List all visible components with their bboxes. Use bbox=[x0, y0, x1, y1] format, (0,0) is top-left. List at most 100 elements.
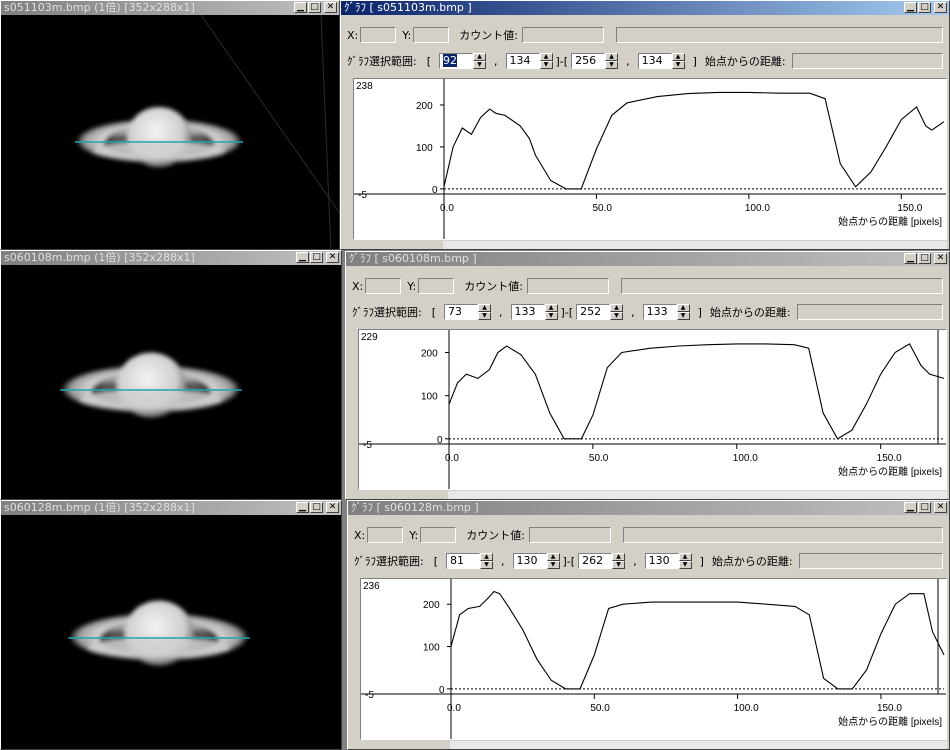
spin-down-icon[interactable]: ▼ bbox=[544, 312, 558, 320]
maximize-icon[interactable]: □ bbox=[918, 253, 931, 264]
spin-down-icon[interactable]: ▼ bbox=[676, 312, 690, 320]
comma-2: , bbox=[626, 54, 630, 68]
start-x-spin-input[interactable]: 81 bbox=[446, 553, 481, 569]
y-tick-label: -5 bbox=[363, 440, 372, 451]
spin-down-icon[interactable]: ▼ bbox=[605, 61, 619, 69]
end-y-spin-input[interactable]: 130 bbox=[644, 553, 679, 569]
graph-window-titlebar[interactable]: ｸﾞﾗﾌ [ s060108m.bmp ] ▁ □ ✕ bbox=[346, 252, 949, 266]
saturn-image[interactable] bbox=[1, 265, 341, 499]
start-x-spin-spinner[interactable]: ▲ ▼ bbox=[473, 53, 487, 69]
graph-hscrollbar[interactable] bbox=[450, 741, 947, 749]
close-icon[interactable]: ✕ bbox=[934, 502, 947, 513]
close-icon[interactable]: ✕ bbox=[326, 252, 339, 263]
end-x-spin-input[interactable]: 262 bbox=[578, 553, 613, 569]
spin-down-icon[interactable]: ▼ bbox=[473, 61, 487, 69]
x-tick-label: 0.0 bbox=[440, 203, 454, 214]
y-tick-label: 200 bbox=[423, 600, 440, 611]
end-y-spin-spinner[interactable]: ▲ ▼ bbox=[671, 53, 685, 69]
x-field[interactable] bbox=[367, 527, 404, 543]
maximize-icon[interactable]: □ bbox=[310, 252, 323, 263]
saturn-image[interactable] bbox=[1, 15, 339, 249]
count-field[interactable] bbox=[528, 527, 611, 543]
x-tick-label: 0.0 bbox=[445, 453, 459, 464]
end-y-spin-input[interactable]: 133 bbox=[642, 304, 677, 320]
x-field[interactable] bbox=[360, 27, 397, 43]
close-icon[interactable]: ✕ bbox=[324, 2, 337, 13]
end-y-spin-spinner[interactable]: ▲ ▼ bbox=[678, 553, 692, 569]
spin-up-icon[interactable]: ▲ bbox=[605, 53, 619, 61]
spin-up-icon[interactable]: ▲ bbox=[678, 553, 692, 561]
end-x-spin-spinner[interactable]: ▲ ▼ bbox=[605, 53, 619, 69]
range-label: ｸﾞﾗﾌ選択範囲: bbox=[354, 555, 424, 568]
y-field[interactable] bbox=[420, 527, 457, 543]
spin-up-icon[interactable]: ▲ bbox=[473, 53, 487, 61]
spin-down-icon[interactable]: ▼ bbox=[678, 561, 692, 569]
spin-up-icon[interactable]: ▲ bbox=[671, 53, 685, 61]
y-field[interactable] bbox=[418, 278, 455, 294]
spin-up-icon[interactable]: ▲ bbox=[610, 304, 624, 312]
x-field[interactable] bbox=[365, 278, 402, 294]
start-x-spin-spinner[interactable]: ▲ ▼ bbox=[480, 553, 494, 569]
spin-up-icon[interactable]: ▲ bbox=[676, 304, 690, 312]
x-tick-label: 50.0 bbox=[590, 703, 610, 714]
graph-window-titlebar[interactable]: ｸﾞﾗﾌ [ s060128m.bmp ] ▁ □ ✕ bbox=[348, 501, 949, 515]
saturn-image[interactable] bbox=[1, 515, 341, 749]
maximize-icon[interactable]: □ bbox=[918, 2, 931, 13]
start-y-spin-spinner[interactable]: ▲ ▼ bbox=[539, 53, 553, 69]
end-y-spin-input[interactable]: 134 bbox=[637, 53, 672, 69]
spin-down-icon[interactable]: ▼ bbox=[612, 561, 626, 569]
profile-graph[interactable]: 238 200 100 0 -5 0.0 50.0 100.0 150.0 始点からの距離 [pi… bbox=[353, 78, 947, 240]
start-x-spin-input[interactable]: 92 bbox=[439, 53, 474, 69]
end-x-spin-input[interactable]: 256 bbox=[571, 53, 606, 69]
profile-graph[interactable]: 236 200 100 0 -5 0.0 50.0 100.0 150.0 始点からの距離 [pi… bbox=[360, 578, 947, 740]
count-field[interactable] bbox=[521, 27, 604, 43]
spin-up-icon[interactable]: ▲ bbox=[478, 304, 492, 312]
end-x-spin-spinner[interactable]: ▲ ▼ bbox=[612, 553, 626, 569]
start-x-spin-input[interactable]: 73 bbox=[444, 304, 479, 320]
start-y-spin-spinner[interactable]: ▲ ▼ bbox=[546, 553, 560, 569]
range-label: ｸﾞﾗﾌ選択範囲: bbox=[347, 55, 417, 68]
spin-up-icon[interactable]: ▲ bbox=[612, 553, 626, 561]
spin-up-icon[interactable]: ▲ bbox=[539, 53, 553, 61]
minimize-icon[interactable]: ▁ bbox=[294, 2, 307, 13]
maximize-icon[interactable]: □ bbox=[308, 2, 321, 13]
spin-down-icon[interactable]: ▼ bbox=[610, 312, 624, 320]
close-icon[interactable]: ✕ bbox=[934, 2, 947, 13]
y-tick-label: 200 bbox=[416, 101, 433, 112]
spin-down-icon[interactable]: ▼ bbox=[480, 561, 494, 569]
start-y-spin-input[interactable]: 134 bbox=[505, 53, 540, 69]
image-window-titlebar[interactable]: s060128m.bmp (1倍) [352x288x1] ▁ □ ✕ bbox=[1, 501, 341, 515]
end-x-spin-spinner[interactable]: ▲ ▼ bbox=[610, 304, 624, 320]
close-icon[interactable]: ✕ bbox=[326, 502, 339, 513]
spin-down-icon[interactable]: ▼ bbox=[478, 312, 492, 320]
spin-down-icon[interactable]: ▼ bbox=[671, 61, 685, 69]
count-field[interactable] bbox=[526, 278, 609, 294]
maximize-icon[interactable]: □ bbox=[310, 502, 323, 513]
close-icon[interactable]: ✕ bbox=[934, 253, 947, 264]
spin-down-icon[interactable]: ▼ bbox=[546, 561, 560, 569]
spin-down-icon[interactable]: ▼ bbox=[539, 61, 553, 69]
start-x-spin-spinner[interactable]: ▲ ▼ bbox=[478, 304, 492, 320]
minimize-icon[interactable]: ▁ bbox=[904, 502, 917, 513]
comma-2: , bbox=[631, 305, 635, 319]
profile-graph[interactable]: 229 200 100 0 -5 0.0 50.0 100.0 150.0 始点からの距離 [pi… bbox=[358, 329, 947, 490]
start-y-spin-input[interactable]: 130 bbox=[512, 553, 547, 569]
minimize-icon[interactable]: ▁ bbox=[296, 502, 309, 513]
spin-up-icon[interactable]: ▲ bbox=[480, 553, 494, 561]
y-field[interactable] bbox=[413, 27, 450, 43]
graph-hscrollbar[interactable] bbox=[443, 241, 947, 249]
end-y-spin-spinner[interactable]: ▲ ▼ bbox=[676, 304, 690, 320]
minimize-icon[interactable]: ▁ bbox=[904, 2, 917, 13]
spin-up-icon[interactable]: ▲ bbox=[546, 553, 560, 561]
image-window-titlebar[interactable]: s060108m.bmp (1倍) [352x288x1] ▁ □ ✕ bbox=[1, 251, 341, 265]
start-y-spin-spinner[interactable]: ▲ ▼ bbox=[544, 304, 558, 320]
graph-window-titlebar[interactable]: ｸﾞﾗﾌ [ s051103m.bmp ] ▁ □ ✕ bbox=[341, 1, 949, 15]
graph-hscrollbar[interactable] bbox=[448, 491, 947, 499]
image-window-titlebar[interactable]: s051103m.bmp (1倍) [352x288x1] ▁ □ ✕ bbox=[1, 1, 339, 15]
minimize-icon[interactable]: ▁ bbox=[904, 253, 917, 264]
minimize-icon[interactable]: ▁ bbox=[296, 252, 309, 263]
end-x-spin-input[interactable]: 252 bbox=[576, 304, 611, 320]
spin-up-icon[interactable]: ▲ bbox=[544, 304, 558, 312]
start-y-spin-input[interactable]: 133 bbox=[510, 304, 545, 320]
maximize-icon[interactable]: □ bbox=[918, 502, 931, 513]
